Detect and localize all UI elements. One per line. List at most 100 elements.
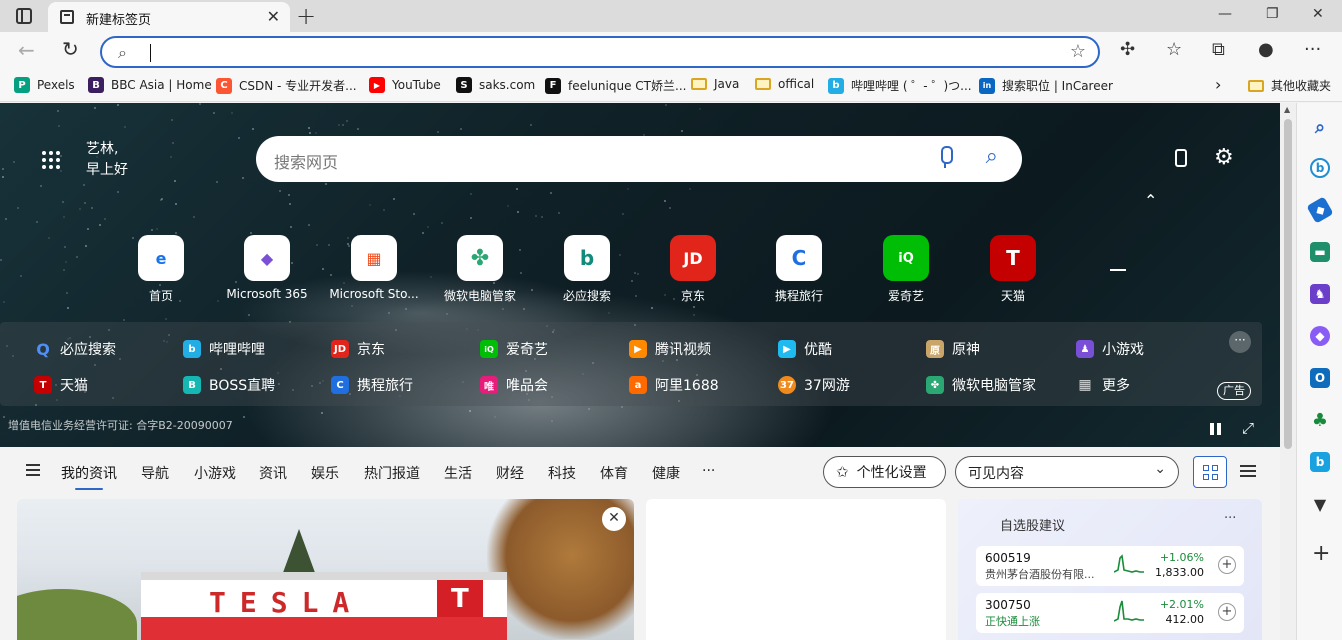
quick-link-37games[interactable]: 37 37网游: [778, 375, 850, 395]
pause-icon[interactable]: [1210, 423, 1222, 435]
window-close-button[interactable]: ✕: [1312, 6, 1324, 22]
add-stock-button[interactable]: +: [1218, 556, 1236, 574]
new-tab-button[interactable]: +: [296, 2, 316, 30]
news-card[interactable]: TESLA TESLA ✕: [17, 499, 634, 640]
stock-row[interactable]: 300750 正快通上涨 +2.01% 412.00 +: [976, 593, 1244, 633]
add-stock-button[interactable]: +: [1218, 603, 1236, 621]
bookmark-bbc[interactable]: B BBC Asia | Home: [88, 77, 212, 93]
top-site-bing[interactable]: b 必应搜索: [534, 235, 640, 304]
top-site-pc-manager[interactable]: ✤ 微软电脑管家: [427, 235, 533, 304]
feed-tab-sports[interactable]: 体育: [600, 463, 628, 483]
quick-link-pc-manager[interactable]: ✤ 微软电脑管家: [926, 375, 1036, 395]
quick-links-more-button[interactable]: ···: [1229, 331, 1251, 353]
feed-tab-navigation[interactable]: 导航: [141, 463, 169, 483]
gear-icon[interactable]: ⚙: [1214, 145, 1234, 170]
quick-link-tencent-video[interactable]: ▶ 腾讯视频: [629, 339, 711, 359]
bookmark-youtube[interactable]: ▶ YouTube: [369, 77, 441, 93]
feed-tab-tech[interactable]: 科技: [548, 463, 576, 483]
quick-link-boss[interactable]: B BOSS直聘: [183, 375, 275, 395]
feed-tab-news[interactable]: 资讯: [259, 463, 287, 483]
add-sidebar-app-icon[interactable]: +: [1312, 541, 1330, 566]
collections-icon[interactable]: ⧉: [1212, 39, 1225, 60]
bookmark-folder-java[interactable]: Java: [691, 77, 739, 91]
tab-actions-icon[interactable]: [16, 8, 32, 24]
web-search-input[interactable]: 搜索网页: [274, 149, 338, 173]
menu-icon[interactable]: [26, 464, 40, 476]
quick-link-genshin[interactable]: 原原神: [926, 339, 980, 359]
address-bar[interactable]: ⌕ ☆: [100, 36, 1100, 68]
feed-tab-more[interactable]: ···: [702, 463, 715, 479]
feed-tab-my-news[interactable]: 我的资讯: [61, 463, 117, 490]
top-site-jd[interactable]: JD 京东: [640, 235, 746, 304]
feed-tab-trending[interactable]: 热门报道: [364, 463, 420, 483]
bilibili-icon[interactable]: b: [1310, 452, 1330, 472]
bookmark-folder-offical[interactable]: offical: [755, 77, 814, 91]
web-search-box[interactable]: 搜索网页 ⌕: [256, 136, 1022, 182]
list-view-icon[interactable]: [1240, 465, 1256, 477]
scroll-up-icon[interactable]: ▲: [1284, 105, 1290, 114]
more-options-icon[interactable]: ···: [1304, 39, 1321, 60]
close-icon[interactable]: ✕: [602, 507, 626, 531]
top-site-microsoft-365[interactable]: ◆ Microsoft 365: [214, 235, 320, 301]
restore-button[interactable]: ❐: [1266, 6, 1279, 22]
chevron-up-icon[interactable]: ⌃: [1144, 191, 1157, 210]
search-icon[interactable]: ⌕: [1310, 117, 1330, 138]
close-tab-icon[interactable]: ✕: [267, 7, 280, 26]
top-site-microsoft-store[interactable]: ▦ Microsoft Sto...: [321, 235, 427, 301]
profile-icon[interactable]: ●: [1258, 39, 1274, 60]
expand-icon[interactable]: ⤢: [1242, 419, 1254, 437]
add-site-icon[interactable]: [1110, 269, 1126, 271]
bookmarks-overflow-icon[interactable]: ›: [1215, 75, 1221, 94]
search-icon[interactable]: ⌕: [986, 144, 998, 169]
bookmark-feelunique[interactable]: F feelunique CT娇兰...: [545, 77, 686, 94]
bookmark-saks[interactable]: S saks.com: [456, 77, 535, 93]
shopping-tag-icon[interactable]: ◆: [1306, 196, 1334, 224]
feed-tab-mini-games[interactable]: 小游戏: [194, 463, 236, 483]
reload-button[interactable]: ↻: [62, 37, 79, 61]
top-site-tmall[interactable]: T 天猫: [960, 235, 1066, 304]
other-favorites[interactable]: 其他收藏夹: [1248, 77, 1331, 94]
top-site-iqiyi[interactable]: iQ 爱奇艺: [853, 235, 959, 304]
stock-row[interactable]: 600519 贵州茅台酒股份有限... +1.06% 1,833.00 +: [976, 546, 1244, 586]
quick-link-bing[interactable]: Q 必应搜索: [34, 339, 116, 359]
scrollbar-thumb[interactable]: [1284, 119, 1292, 449]
top-site-home[interactable]: e 首页: [108, 235, 214, 304]
quick-link-1688[interactable]: a 阿里1688: [629, 375, 719, 395]
tree-icon[interactable]: ♣: [1310, 410, 1330, 431]
feed-tab-health[interactable]: 健康: [652, 463, 680, 483]
page-scrollbar[interactable]: ▲: [1280, 103, 1296, 640]
bookmark-csdn[interactable]: C CSDN - 专业开发者...: [216, 77, 357, 94]
feed-tab-entertainment[interactable]: 娱乐: [311, 463, 339, 483]
app-launcher-icon[interactable]: [42, 151, 60, 169]
stocks-more-button[interactable]: ···: [1224, 511, 1236, 526]
top-site-ctrip[interactable]: C 携程旅行: [746, 235, 852, 304]
quick-link-jd[interactable]: JD 京东: [331, 339, 385, 359]
bookmark-bilibili[interactable]: b 哔哩哔哩 ( ゜- ゜)つ...: [828, 77, 972, 94]
feed-tab-finance[interactable]: 财经: [496, 463, 524, 483]
minimize-button[interactable]: —: [1218, 6, 1232, 22]
mobile-icon[interactable]: [1175, 149, 1187, 167]
bing-copilot-icon[interactable]: b: [1310, 158, 1330, 178]
games-icon[interactable]: ♞: [1310, 284, 1330, 304]
microsoft-365-icon[interactable]: ◆: [1310, 326, 1330, 346]
quick-link-mini-games[interactable]: ♟ 小游戏: [1076, 339, 1144, 359]
outlook-icon[interactable]: O: [1310, 368, 1330, 388]
quick-link-iqiyi[interactable]: iQ 爱奇艺: [480, 339, 548, 359]
bookmark-incareer[interactable]: in 搜索职位 | InCareer: [979, 77, 1113, 94]
quick-link-bilibili[interactable]: b 哔哩哔哩: [183, 339, 265, 359]
back-button[interactable]: ←: [18, 38, 35, 62]
quick-link-vip[interactable]: 唯唯品会: [480, 375, 548, 395]
tools-briefcase-icon[interactable]: ▬: [1310, 242, 1330, 262]
browser-tab[interactable]: 新建标签页 ✕: [48, 2, 290, 32]
feed-tab-life[interactable]: 生活: [444, 463, 472, 483]
bookmark-pexels[interactable]: P Pexels: [14, 77, 75, 93]
grid-view-button[interactable]: [1193, 456, 1227, 488]
quick-link-ctrip[interactable]: C 携程旅行: [331, 375, 413, 395]
quick-link-youku[interactable]: ▶ 优酷: [778, 339, 832, 359]
graduation-icon[interactable]: ▼: [1310, 494, 1330, 514]
add-favorite-icon[interactable]: ☆: [1070, 41, 1086, 62]
quick-link-tmall[interactable]: T 天猫: [34, 375, 88, 395]
microphone-icon[interactable]: [938, 146, 953, 168]
personalize-button[interactable]: ✩ 个性化设置: [823, 456, 946, 488]
visible-content-select[interactable]: 可见内容 ⌄: [955, 456, 1179, 488]
